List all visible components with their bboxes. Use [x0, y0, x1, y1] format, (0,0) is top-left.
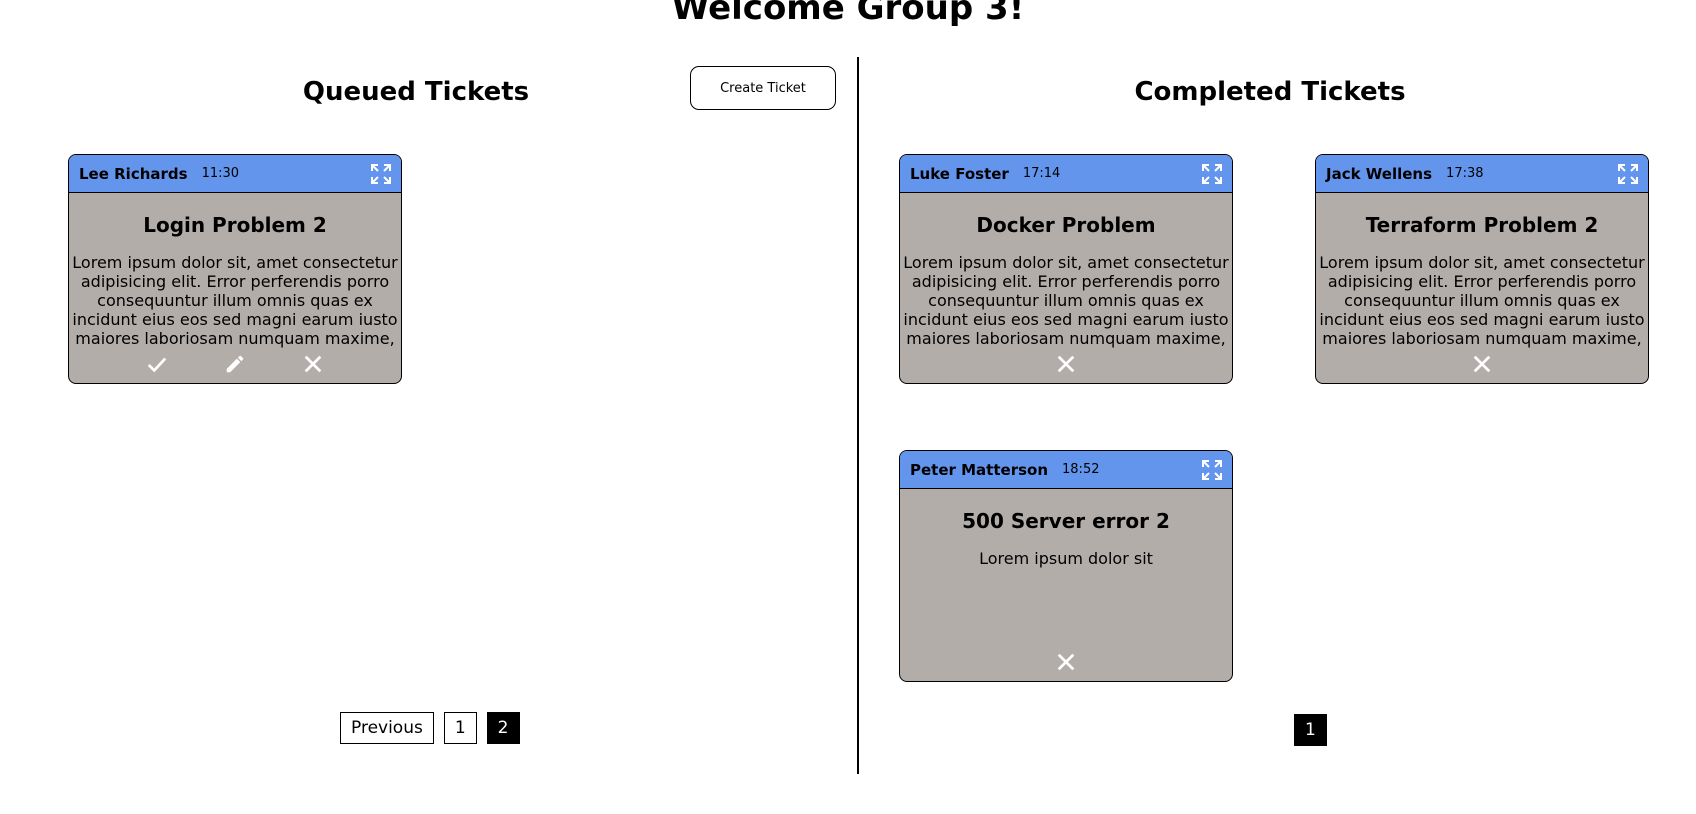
- expand-icon[interactable]: [369, 162, 393, 186]
- queued-heading: Queued Tickets: [302, 77, 530, 107]
- ticket-author: Lee Richards: [79, 164, 188, 183]
- ticket-time: 11:30: [201, 166, 240, 181]
- ticket-author: Jack Wellens: [1326, 164, 1433, 183]
- expand-icon[interactable]: [1616, 162, 1640, 186]
- completed-pagination: 1: [1294, 714, 1327, 746]
- page-title: Welcome Group 3!: [671, 0, 1025, 28]
- page-button-2[interactable]: 2: [486, 712, 520, 744]
- ticket-description: Lorem ipsum dolor sit, amet consectetur …: [903, 253, 1229, 348]
- ticket-header: Lee Richards 11:30: [69, 155, 401, 193]
- ticket-header: Peter Matterson 18:52: [900, 451, 1232, 489]
- ticket-card: Lee Richards 11:30 Login Problem 2 Lorem…: [68, 154, 402, 384]
- close-icon[interactable]: [301, 352, 325, 376]
- ticket-description: Lorem ipsum dolor sit, amet consectetur …: [72, 253, 398, 348]
- ticket-actions: [900, 351, 1232, 377]
- expand-icon[interactable]: [1200, 458, 1224, 482]
- ticket-title: 500 Server error 2: [962, 509, 1170, 533]
- previous-page-button[interactable]: Previous: [340, 712, 434, 744]
- close-icon[interactable]: [1470, 352, 1494, 376]
- section-divider: [857, 57, 859, 774]
- ticket-time: 17:14: [1022, 166, 1061, 181]
- ticket-actions: [69, 351, 401, 377]
- pencil-icon[interactable]: [223, 352, 247, 376]
- completed-heading: Completed Tickets: [1134, 77, 1406, 107]
- page-button-1[interactable]: 1: [443, 712, 477, 744]
- ticket-description: Lorem ipsum dolor sit, amet consectetur …: [1319, 253, 1645, 348]
- ticket-time: 18:52: [1062, 462, 1100, 477]
- create-ticket-button[interactable]: Create Ticket: [690, 66, 836, 110]
- check-icon[interactable]: [145, 352, 169, 376]
- ticket-card: Peter Matterson 18:52 500 Server error 2…: [899, 450, 1233, 682]
- ticket-title: Login Problem 2: [143, 213, 327, 237]
- ticket-description: Lorem ipsum dolor sit: [979, 549, 1153, 568]
- page-button-1[interactable]: 1: [1294, 714, 1327, 746]
- close-icon[interactable]: [1054, 650, 1078, 674]
- ticket-actions: [1316, 351, 1648, 377]
- ticket-title: Docker Problem: [976, 213, 1156, 237]
- expand-icon[interactable]: [1200, 162, 1224, 186]
- ticket-header: Luke Foster 17:14: [900, 155, 1232, 193]
- ticket-title: Terraform Problem 2: [1365, 213, 1599, 237]
- queued-pagination: Previous 1 2: [340, 712, 520, 744]
- ticket-author: Peter Matterson: [910, 460, 1049, 479]
- ticket-actions: [900, 649, 1232, 675]
- ticket-card: Luke Foster 17:14 Docker Problem Lorem i…: [899, 154, 1233, 384]
- ticket-author: Luke Foster: [910, 164, 1009, 183]
- ticket-time: 17:38: [1446, 166, 1484, 181]
- ticket-card: Jack Wellens 17:38 Terraform Problem 2 L…: [1315, 154, 1649, 384]
- close-icon[interactable]: [1054, 352, 1078, 376]
- ticket-header: Jack Wellens 17:38: [1316, 155, 1648, 193]
